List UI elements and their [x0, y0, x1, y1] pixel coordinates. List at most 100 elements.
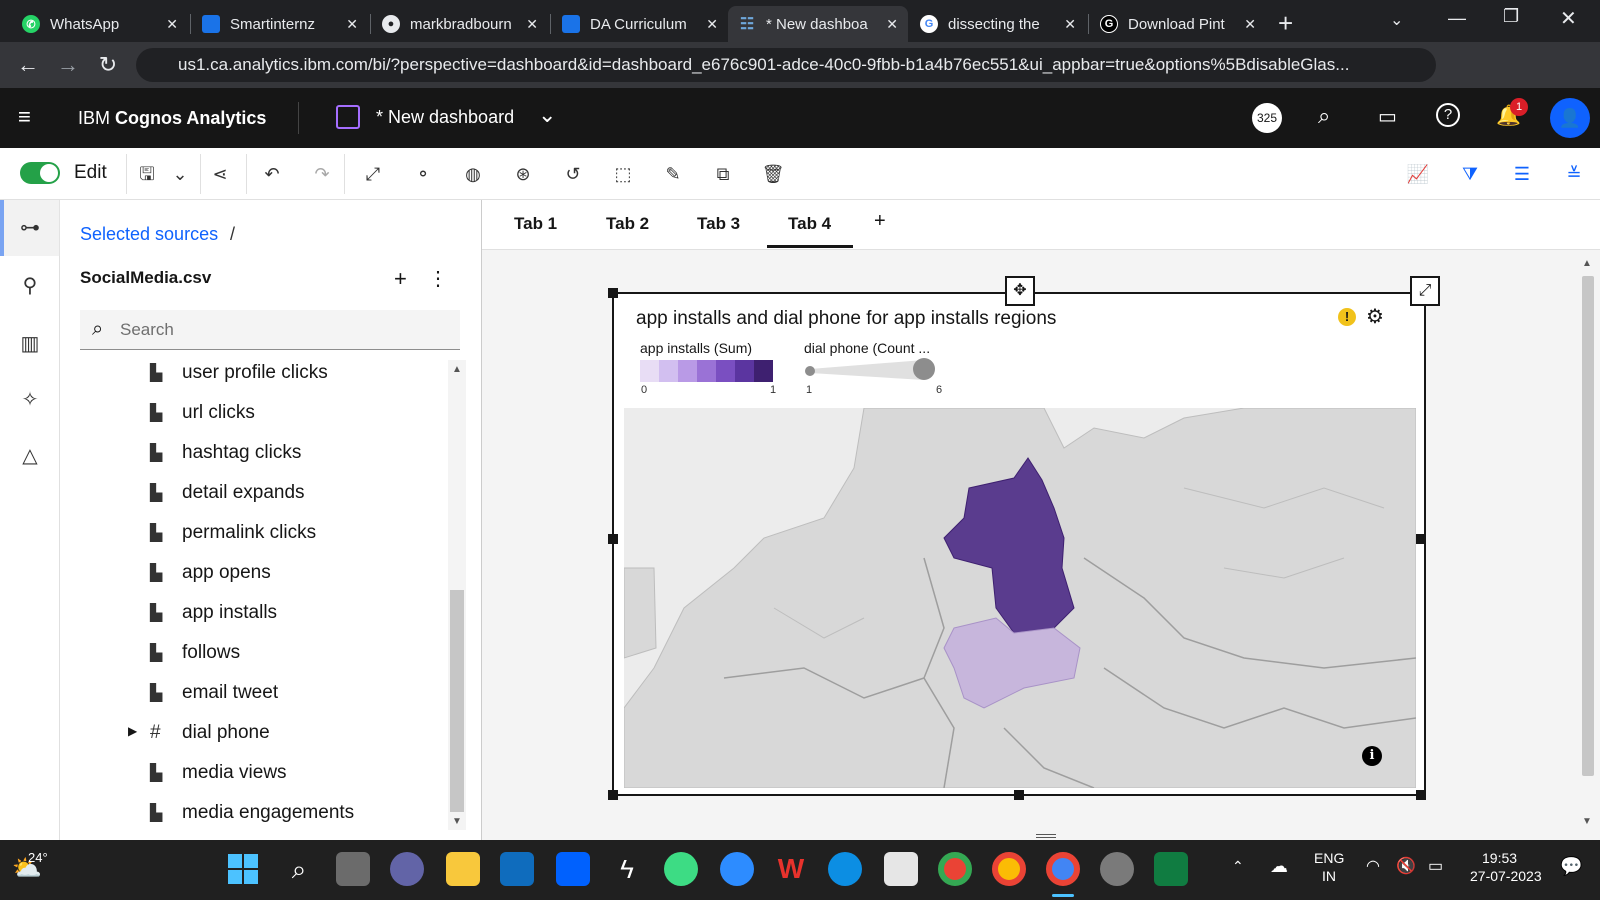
- browser-tab-smartinternz[interactable]: Smartinternz ✕: [192, 6, 368, 42]
- excel-icon[interactable]: [1154, 852, 1188, 886]
- window-close-icon[interactable]: ✕: [1560, 6, 1577, 31]
- chrome-active-icon[interactable]: [1046, 852, 1080, 886]
- bolt-app-icon[interactable]: ϟ: [610, 852, 644, 886]
- back-icon[interactable]: ←: [14, 52, 42, 78]
- volume-muted-icon[interactable]: 🔇: [1396, 856, 1416, 876]
- select-area-icon[interactable]: ⬚: [611, 162, 635, 186]
- redo-icon[interactable]: ↷: [310, 162, 334, 186]
- onedrive-icon[interactable]: ☁: [1270, 856, 1288, 877]
- chrome-profile-icon[interactable]: [938, 852, 972, 886]
- start-icon[interactable]: [226, 852, 260, 886]
- wps-icon[interactable]: W: [774, 852, 808, 886]
- overflow-menu-icon[interactable]: ⋮: [428, 266, 448, 291]
- notification-center-icon[interactable]: 💬: [1560, 856, 1582, 877]
- zoom-icon[interactable]: [720, 852, 754, 886]
- field-item[interactable]: ▙ follows: [150, 637, 240, 669]
- search-icon[interactable]: ⌕: [1318, 103, 1330, 129]
- resize-handle[interactable]: [1416, 534, 1426, 544]
- browser-tab-download[interactable]: G Download Pint ✕: [1090, 6, 1266, 42]
- close-icon[interactable]: ✕: [1064, 16, 1076, 33]
- save-icon[interactable]: 🖫: [135, 162, 159, 186]
- resize-handle[interactable]: [608, 790, 618, 800]
- field-item[interactable]: ▙ media views: [150, 757, 287, 789]
- expand-icon[interactable]: ⤢: [361, 162, 385, 186]
- close-icon[interactable]: ✕: [526, 16, 538, 33]
- map-widget[interactable]: app installs and dial phone for app inst…: [608, 288, 1426, 800]
- edge-icon[interactable]: [828, 852, 862, 886]
- resize-handle[interactable]: [608, 288, 618, 298]
- field-item[interactable]: ▙ app installs: [150, 597, 277, 629]
- scroll-down-icon[interactable]: ▼: [452, 816, 462, 827]
- user-avatar[interactable]: 👤: [1550, 98, 1590, 138]
- browser-tab-da-curriculum[interactable]: DA Curriculum ✕: [552, 6, 728, 42]
- field-item[interactable]: ▙ media engagements: [150, 797, 354, 829]
- add-tab-button[interactable]: +: [874, 210, 886, 233]
- resize-handle[interactable]: [608, 534, 618, 544]
- widgets-icon[interactable]: △: [16, 442, 44, 470]
- field-item[interactable]: ▙ url clicks: [150, 397, 255, 429]
- task-view-icon[interactable]: [336, 852, 370, 886]
- globe-icon[interactable]: ◍: [461, 162, 485, 186]
- mail-icon[interactable]: [500, 852, 534, 886]
- canvas-scrollbar-thumb[interactable]: [1582, 276, 1594, 776]
- warning-icon[interactable]: !: [1338, 308, 1356, 326]
- share-icon[interactable]: ⋖: [208, 162, 232, 186]
- scrollbar-thumb[interactable]: [450, 590, 464, 812]
- field-item[interactable]: ▙ email tweet: [150, 677, 278, 709]
- tab-1[interactable]: Tab 1: [514, 214, 557, 234]
- dropbox-icon[interactable]: [556, 852, 590, 886]
- field-item[interactable]: ▙ permalink clicks: [150, 517, 316, 549]
- undo-icon[interactable]: ↶: [260, 162, 284, 186]
- resize-handle[interactable]: [1416, 790, 1426, 800]
- scroll-up-icon[interactable]: ▲: [452, 364, 462, 375]
- close-icon[interactable]: ✕: [886, 16, 898, 33]
- fields-icon[interactable]: ☰: [1510, 162, 1534, 186]
- properties-icon[interactable]: ≚: [1562, 162, 1586, 186]
- caret-right-icon[interactable]: ▶: [128, 724, 137, 738]
- tab-2[interactable]: Tab 2: [606, 214, 649, 234]
- minimize-icon[interactable]: —: [1448, 8, 1466, 29]
- insights-icon[interactable]: 📈: [1406, 162, 1430, 186]
- search-icon[interactable]: ⌕: [282, 852, 316, 886]
- chrome-icon[interactable]: [992, 852, 1026, 886]
- chevron-down-icon[interactable]: ⌄: [1390, 10, 1403, 30]
- pin-icon[interactable]: ⚲: [16, 272, 44, 300]
- field-item[interactable]: ▙ detail expands: [150, 477, 305, 509]
- widget-title[interactable]: app installs and dial phone for app inst…: [636, 308, 1056, 330]
- android-studio-icon[interactable]: [664, 852, 698, 886]
- field-item[interactable]: ▙ hashtag clicks: [150, 437, 301, 469]
- url-field[interactable]: us1.ca.analytics.ibm.com/bi/?perspective…: [136, 48, 1436, 82]
- browser-tab-github[interactable]: ● markbradbourn ✕: [372, 6, 548, 42]
- reload-icon[interactable]: ↻: [94, 52, 122, 78]
- scroll-up-icon[interactable]: ▲: [1582, 258, 1592, 269]
- tab-3[interactable]: Tab 3: [697, 214, 740, 234]
- filter-target-icon[interactable]: ⊛: [511, 162, 535, 186]
- clock-time[interactable]: 19:53: [1482, 850, 1517, 866]
- settings-icon[interactable]: [1100, 852, 1134, 886]
- hamburger-menu-icon[interactable]: ≡: [18, 104, 31, 130]
- snipping-tool-icon[interactable]: [884, 852, 918, 886]
- chevron-down-icon[interactable]: ⌄: [538, 102, 556, 128]
- tab-4[interactable]: Tab 4: [788, 214, 831, 234]
- forward-icon[interactable]: →: [54, 52, 82, 78]
- close-icon[interactable]: ✕: [1244, 16, 1256, 33]
- field-item[interactable]: ▙ user profile clicks: [150, 357, 328, 389]
- file-explorer-icon[interactable]: [446, 852, 480, 886]
- chevron-down-icon[interactable]: ⌄: [168, 162, 192, 186]
- battery-icon[interactable]: ▭: [1428, 856, 1443, 876]
- canvas-resize-handle[interactable]: [1036, 834, 1056, 838]
- scroll-down-icon[interactable]: ▼: [1582, 816, 1592, 827]
- chevron-up-icon[interactable]: ⌃: [1232, 858, 1244, 875]
- usage-badge[interactable]: 325: [1252, 103, 1282, 133]
- pin-icon[interactable]: ✎: [661, 162, 685, 186]
- wifi-icon[interactable]: ◠: [1366, 856, 1380, 876]
- replay-icon[interactable]: ↺: [561, 162, 585, 186]
- duplicate-icon[interactable]: ⧉: [711, 162, 735, 186]
- help-icon[interactable]: ?: [1436, 103, 1460, 127]
- close-icon[interactable]: ✕: [346, 16, 358, 33]
- delete-icon[interactable]: 🗑: [761, 162, 785, 186]
- browser-tab-new-dashboard[interactable]: ☷ * New dashboa ✕: [728, 6, 908, 42]
- maximize-icon[interactable]: ⤢: [1410, 276, 1440, 306]
- add-icon[interactable]: +: [394, 266, 407, 292]
- data-sources-icon[interactable]: ⊶: [16, 214, 44, 242]
